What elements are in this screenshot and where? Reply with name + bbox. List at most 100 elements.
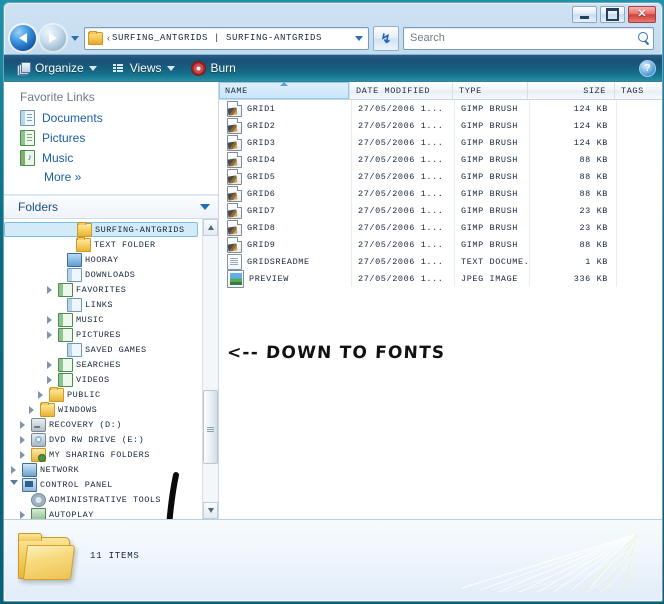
tree-item[interactable]: RECOVERY (D:) xyxy=(4,417,202,432)
file-date-cell: 27/05/2006 1... xyxy=(352,253,455,270)
file-name-cell: GRID9 xyxy=(219,236,352,253)
tree-item[interactable]: HOORAY xyxy=(4,252,202,267)
tree-item[interactable]: TEXT FOLDER xyxy=(4,236,202,252)
tree-item[interactable]: FAVORITES xyxy=(4,282,202,297)
dvd-icon xyxy=(31,432,46,447)
tree-item[interactable]: LINKS xyxy=(4,297,202,312)
file-date-cell: 27/05/2006 1... xyxy=(352,134,455,151)
file-list[interactable]: GRID1 27/05/2006 1... GIMP BRUSH 124 KB GRID… xyxy=(219,100,662,519)
help-button[interactable]: ? xyxy=(639,59,656,77)
table-row[interactable]: PREVIEW 27/05/2006 1... JPEG IMAGE 336 KB xyxy=(219,269,662,288)
expander-closed-icon[interactable] xyxy=(44,315,55,324)
tree-item-label: FAVORITES xyxy=(76,284,127,295)
address-bar[interactable]: ‹ SURFING_ANTGRIDS | SURFING-ANTGRIDS xyxy=(84,26,369,50)
tree-item[interactable]: ADMINISTRATIVE TOOLS xyxy=(4,492,202,507)
column-header-date-modified[interactable]: DATE MODIFIED xyxy=(350,82,453,99)
file-date-cell: 27/05/2006 1... xyxy=(352,117,455,134)
burn-button[interactable]: Burn xyxy=(184,59,243,78)
expander-closed-icon[interactable] xyxy=(8,465,19,474)
search-box[interactable]: Search xyxy=(403,26,654,50)
table-row[interactable]: GRID9 27/05/2006 1... GIMP BRUSH 88 KB xyxy=(219,236,662,253)
close-button[interactable]: ✕ xyxy=(628,6,656,23)
table-row[interactable]: GRID1 27/05/2006 1... GIMP BRUSH 124 KB xyxy=(219,100,662,117)
expander-closed-icon[interactable] xyxy=(17,435,28,444)
address-dropdown-button[interactable] xyxy=(352,35,366,41)
lib-icon xyxy=(67,267,82,282)
tree-item[interactable]: PICTURES xyxy=(4,327,202,342)
table-row[interactable]: GRID7 27/05/2006 1... GIMP BRUSH 23 KB xyxy=(219,202,662,219)
tree-item[interactable]: MUSIC xyxy=(4,312,202,327)
file-tags-cell xyxy=(617,236,662,253)
column-header-name[interactable]: NAME xyxy=(219,82,350,99)
file-list-pane: NAME DATE MODIFIED TYPE SIZE TAGS GRID1 2… xyxy=(218,82,662,519)
table-row[interactable]: GRIDSREADME 27/05/2006 1...TEXT DOCUME...… xyxy=(219,253,662,270)
table-row[interactable]: GRID4 27/05/2006 1... GIMP BRUSH 88 KB xyxy=(219,151,662,168)
file-tags-cell xyxy=(617,100,662,117)
expander-closed-icon[interactable] xyxy=(35,390,46,399)
file-date-cell: 27/05/2006 1... xyxy=(352,236,455,253)
sidebar-item-music[interactable]: Music xyxy=(4,148,218,168)
column-header-label: DATE MODIFIED xyxy=(356,85,431,96)
scroll-down-button[interactable] xyxy=(203,502,218,519)
refresh-button[interactable]: ↯ xyxy=(373,25,399,51)
forward-button[interactable] xyxy=(40,25,66,51)
expander-closed-icon[interactable] xyxy=(44,330,55,339)
tree-item[interactable]: CONTROL PANEL xyxy=(4,477,202,492)
tree-item[interactable]: AUTOPLAY xyxy=(4,507,202,519)
file-type-cell: GIMP BRUSH xyxy=(455,202,530,219)
column-header-type[interactable]: TYPE xyxy=(453,82,528,99)
tree-item[interactable]: NETWORK xyxy=(4,462,202,477)
tree-scrollbar[interactable] xyxy=(202,219,218,519)
tree-item[interactable]: SURFING-ANTGRIDS xyxy=(4,221,198,237)
views-button[interactable]: Views xyxy=(106,59,182,77)
sidebar-item-pictures[interactable]: Pictures xyxy=(4,128,218,148)
expander-closed-icon[interactable] xyxy=(44,375,55,384)
expander-closed-icon[interactable] xyxy=(17,510,28,519)
file-date-cell: 27/05/2006 1... xyxy=(352,202,455,219)
back-button[interactable] xyxy=(10,25,36,51)
sidebar-item-documents[interactable]: Documents xyxy=(4,108,218,128)
column-header-size[interactable]: SIZE xyxy=(528,82,615,99)
minimize-button[interactable] xyxy=(572,6,597,23)
expander-open-icon[interactable] xyxy=(8,480,19,489)
expander-closed-icon[interactable] xyxy=(44,285,55,294)
jpg-file-icon xyxy=(227,269,244,288)
column-header-tags[interactable]: TAGS xyxy=(615,82,662,99)
maximize-button[interactable] xyxy=(600,6,625,23)
expander-closed-icon[interactable] xyxy=(26,405,37,414)
sidebar-more-button[interactable]: More » xyxy=(4,168,218,186)
file-tags-cell xyxy=(617,219,662,236)
maximize-icon xyxy=(606,8,619,21)
file-tags-cell xyxy=(617,117,662,134)
table-row[interactable]: GRID5 27/05/2006 1... GIMP BRUSH 88 KB xyxy=(219,168,662,185)
expander-closed-icon[interactable] xyxy=(17,450,28,459)
tree-item[interactable]: SEARCHES xyxy=(4,357,202,372)
recent-pages-button[interactable] xyxy=(70,35,80,41)
table-row[interactable]: GRID6 27/05/2006 1... GIMP BRUSH 88 KB xyxy=(219,185,662,202)
tree-item[interactable]: DOWNLOADS xyxy=(4,267,202,282)
favorite-links-section: Favorite Links Documents Pictures Music … xyxy=(4,82,218,192)
tree-item[interactable]: SAVED GAMES xyxy=(4,342,202,357)
scroll-up-button[interactable] xyxy=(203,219,218,236)
table-row[interactable]: GRID3 27/05/2006 1... GIMP BRUSH 124 KB xyxy=(219,134,662,151)
lib-icon xyxy=(67,342,82,357)
chevron-down-icon xyxy=(88,65,97,71)
tree-item[interactable]: MY SHARING FOLDERS xyxy=(4,447,202,462)
command-toolbar: Organize Views Burn ? xyxy=(4,54,662,82)
file-size-cell: 88 KB xyxy=(530,236,617,253)
table-row[interactable]: GRID2 27/05/2006 1... GIMP BRUSH 124 KB xyxy=(219,117,662,134)
tree-item[interactable]: PUBLIC xyxy=(4,386,202,402)
file-name-cell: GRID5 xyxy=(219,168,352,185)
tree-item[interactable]: VIDEOS xyxy=(4,372,202,387)
search-input[interactable]: Search xyxy=(410,32,637,44)
file-name-cell: GRID1 xyxy=(219,100,352,117)
tree-item[interactable]: DVD RW DRIVE (E:) xyxy=(4,432,202,447)
expander-closed-icon[interactable] xyxy=(17,420,28,429)
organize-button[interactable]: Organize xyxy=(10,59,104,77)
scrollbar-thumb[interactable] xyxy=(203,390,218,465)
table-row[interactable]: GRID8 27/05/2006 1... GIMP BRUSH 23 KB xyxy=(219,219,662,236)
expander-closed-icon[interactable] xyxy=(44,360,55,369)
folders-header[interactable]: Folders xyxy=(4,195,218,219)
tree-item[interactable]: WINDOWS xyxy=(4,401,202,417)
scrollbar-track[interactable] xyxy=(203,236,218,502)
